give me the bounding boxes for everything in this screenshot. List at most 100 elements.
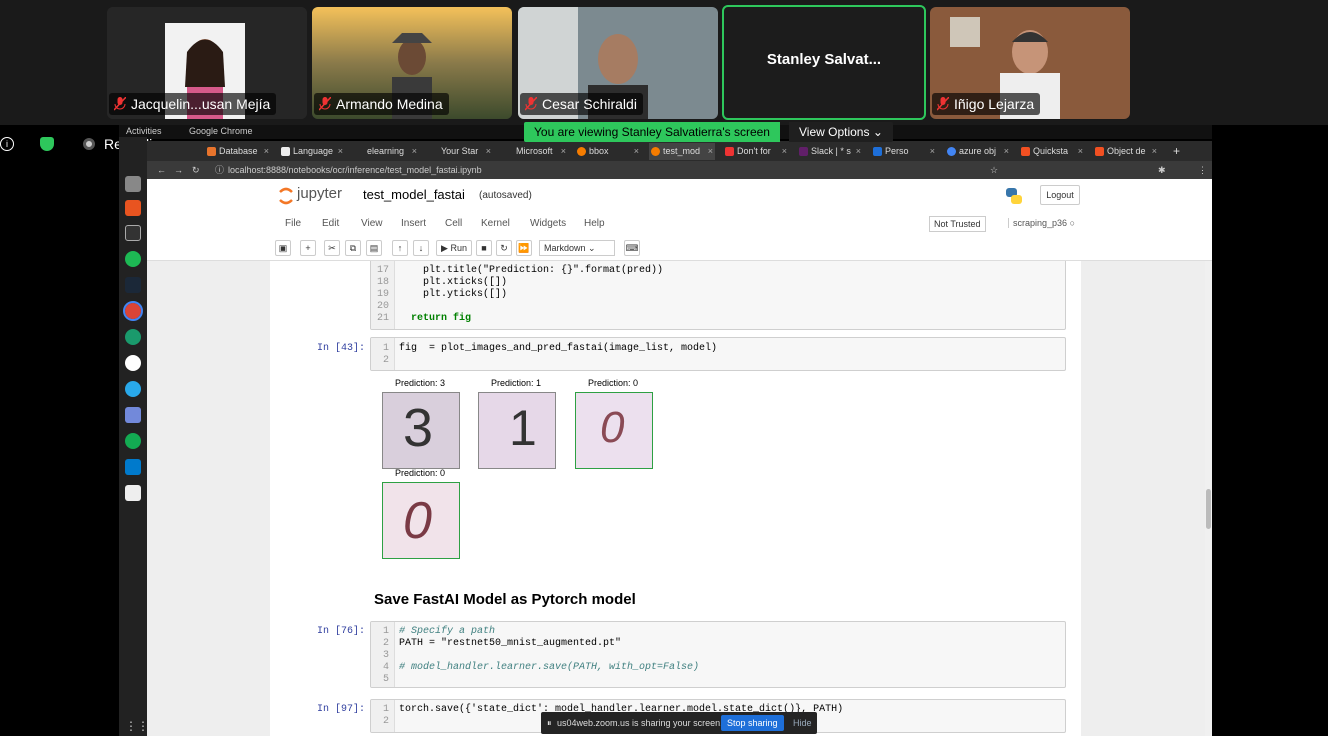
spotify-icon[interactable] [125,251,141,267]
close-icon[interactable]: × [930,143,935,160]
mongodb-icon[interactable] [125,433,141,449]
line-number: 21 [376,313,389,324]
run-button[interactable]: ▶ Run [436,240,472,256]
menu-view[interactable]: View [361,218,383,229]
close-icon[interactable]: × [634,143,639,160]
menu-icon[interactable]: ⋮ [1198,161,1207,179]
menu-edit[interactable]: Edit [322,218,339,229]
close-icon[interactable]: × [486,143,491,160]
browser-tab[interactable]: Language × [279,143,345,160]
stop-sharing-button[interactable]: Stop sharing [721,715,784,731]
files-icon[interactable] [125,176,141,192]
close-icon[interactable]: × [338,143,343,160]
browser-tab-active[interactable]: test_mod × [649,143,715,160]
mic-muted-icon [937,97,949,111]
cut-icon[interactable]: ✂ [324,240,340,256]
close-icon[interactable]: × [1152,143,1157,160]
line-number: 1 [382,343,389,354]
menu-kernel[interactable]: Kernel [481,218,510,229]
insert-cell-icon[interactable]: + [300,240,316,256]
logout-button[interactable]: Logout [1040,185,1080,205]
close-icon[interactable]: × [1078,143,1083,160]
mnist-digit-image: 0 [382,482,460,559]
save-icon[interactable]: ▣ [275,240,291,256]
document-viewer-icon[interactable] [125,485,141,501]
browser-tab[interactable]: Object de × [1093,143,1159,160]
unreal-icon[interactable] [125,355,141,371]
steam-icon[interactable] [125,277,141,293]
menu-insert[interactable]: Insert [401,218,426,229]
address-bar-row: ← → ↻ ⓘ localhost:8888/notebooks/ocr/inf… [147,161,1212,179]
info-icon[interactable]: i [0,137,14,151]
activities-button[interactable]: Activities [126,126,162,136]
shield-check-icon[interactable] [40,137,54,151]
menu-cell[interactable]: Cell [445,218,462,229]
browser-tab[interactable]: Slack | * s × [797,143,863,160]
command-palette-icon[interactable]: ⌨ [624,240,640,256]
browser-tab[interactable]: bbox × [575,143,641,160]
scrollbar-thumb[interactable] [1206,489,1211,529]
bookmark-star-icon[interactable]: ☆ [990,161,998,179]
menu-widgets[interactable]: Widgets [530,218,566,229]
copy-icon[interactable]: ⧉ [345,240,361,256]
pause-icon[interactable]: ⏸ [547,712,552,734]
close-icon[interactable]: × [264,143,269,160]
participant-tile[interactable]: Armando Medina [312,7,512,119]
close-icon[interactable]: × [1004,143,1009,160]
line-number: 1 [382,704,389,715]
chrome-icon[interactable] [123,301,143,321]
participant-tile[interactable]: Iñigo Lejarza [930,7,1130,119]
restart-icon[interactable]: ↻ [496,240,512,256]
discord-icon[interactable] [125,407,141,423]
view-options-button[interactable]: View Options ⌄ [789,122,893,142]
participant-tile[interactable]: Jacquelin...usan Mejía [107,7,307,119]
browser-tab[interactable]: Don't for × [723,143,789,160]
cell-type-select[interactable]: Markdown ⌄ [539,240,615,256]
hide-button[interactable]: Hide [793,712,812,734]
reload-icon[interactable]: ↻ [192,161,200,179]
back-icon[interactable]: ← [157,161,166,179]
cell-type-value: Markdown [544,243,586,253]
browser-tab[interactable]: azure obj × [945,143,1011,160]
close-icon[interactable]: × [708,143,713,160]
code-cell[interactable]: 17 18 19 20 21 plt.title("Prediction: {}… [370,261,1066,330]
close-icon[interactable]: × [412,143,417,160]
menu-file[interactable]: File [285,218,301,229]
url-input[interactable]: localhost:8888/notebooks/ocr/inference/t… [228,161,482,179]
telegram-icon[interactable] [125,381,141,397]
notebook-name[interactable]: test_model_fastai [363,187,465,202]
vscode-icon[interactable] [125,459,141,475]
move-down-icon[interactable]: ↓ [413,240,429,256]
browser-tab[interactable]: Database × [205,143,271,160]
trust-status-button[interactable]: Not Trusted [929,216,986,232]
code-cell[interactable]: 1 2 3 4 5 # Specify a path PATH = "restn… [370,621,1066,688]
active-speaker-tile[interactable]: Stanley Salvat... [722,5,926,120]
close-icon[interactable]: × [561,143,566,160]
close-icon[interactable]: × [856,143,861,160]
info-icon[interactable]: ⓘ [215,161,224,179]
mnist-digit-image: 3 [382,392,460,469]
participant-tile[interactable]: Cesar Schiraldi [518,7,718,119]
restart-run-all-icon[interactable]: ⏩ [516,240,532,256]
software-icon[interactable] [125,200,141,216]
forward-icon[interactable]: → [174,161,183,179]
figure-caption: Prediction: 0 [587,378,639,388]
paste-icon[interactable]: ▤ [366,240,382,256]
app-menu[interactable]: Google Chrome [189,126,253,136]
stop-icon[interactable]: ■ [476,240,492,256]
browser-tab[interactable]: Your Star × [427,143,493,160]
anaconda-icon[interactable] [125,329,141,345]
new-tab-button[interactable]: + [1169,143,1189,160]
page-scrollbar[interactable] [1205,261,1212,736]
browser-tab[interactable]: Microsoft × [502,143,568,160]
browser-tab[interactable]: Quicksta × [1019,143,1085,160]
browser-tab[interactable]: Perso × [871,143,937,160]
extensions-icon[interactable]: ✱ [1158,161,1166,179]
terminal-icon[interactable] [125,225,141,241]
menu-help[interactable]: Help [584,218,605,229]
move-up-icon[interactable]: ↑ [392,240,408,256]
show-apps-icon[interactable]: ⋮⋮ [125,719,149,735]
browser-tab[interactable]: elearning × [353,143,419,160]
code-cell[interactable]: 1 2 fig = plot_images_and_pred_fastai(im… [370,337,1066,371]
close-icon[interactable]: × [782,143,787,160]
